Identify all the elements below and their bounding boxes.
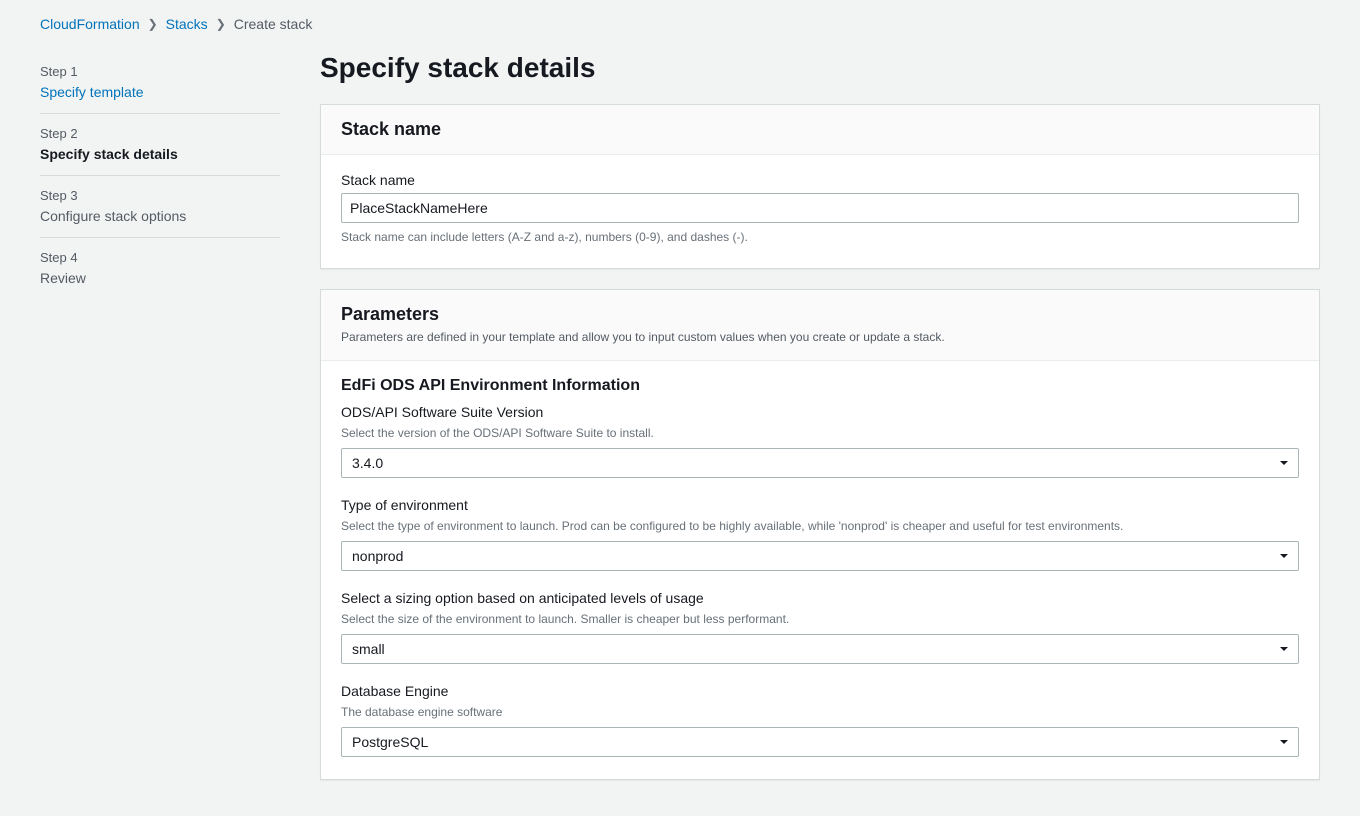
- chevron-right-icon: ❯: [216, 17, 226, 31]
- param-select-version[interactable]: 3.4.0: [341, 448, 1299, 478]
- step-number: Step 3: [40, 188, 280, 205]
- wizard-step: Step 3 Configure stack options: [40, 176, 280, 238]
- wizard-step: Step 2 Specify stack details: [40, 114, 280, 176]
- panel-header: Stack name: [321, 105, 1319, 155]
- stack-name-panel: Stack name Stack name Stack name can inc…: [320, 104, 1320, 269]
- panel-subtitle: Parameters are defined in your template …: [341, 329, 1299, 346]
- param-select-env-type[interactable]: nonprod: [341, 541, 1299, 571]
- param-label-version: ODS/API Software Suite Version: [341, 403, 1299, 421]
- wizard-step[interactable]: Step 1 Specify template: [40, 52, 280, 114]
- breadcrumb-current: Create stack: [234, 16, 313, 32]
- param-select-db-engine[interactable]: PostgreSQL: [341, 727, 1299, 757]
- parameters-section-heading: EdFi ODS API Environment Information: [341, 377, 1299, 395]
- param-label-env-type: Type of environment: [341, 496, 1299, 514]
- wizard-step: Step 4 Review: [40, 238, 280, 299]
- stack-name-hint: Stack name can include letters (A-Z and …: [341, 229, 1299, 246]
- step-title: Review: [40, 269, 280, 287]
- breadcrumb-stacks[interactable]: Stacks: [166, 16, 208, 32]
- panel-heading: Stack name: [341, 119, 1299, 140]
- param-hint-env-type: Select the type of environment to launch…: [341, 518, 1299, 535]
- param-label-sizing: Select a sizing option based on anticipa…: [341, 589, 1299, 607]
- step-number: Step 4: [40, 250, 280, 267]
- param-hint-version: Select the version of the ODS/API Softwa…: [341, 425, 1299, 442]
- parameters-panel: Parameters Parameters are defined in you…: [320, 289, 1320, 780]
- param-hint-sizing: Select the size of the environment to la…: [341, 611, 1299, 628]
- step-number: Step 1: [40, 64, 280, 81]
- page-title: Specify stack details: [320, 52, 1320, 84]
- stack-name-input[interactable]: [341, 193, 1299, 223]
- param-hint-db-engine: The database engine software: [341, 704, 1299, 721]
- panel-header: Parameters Parameters are defined in you…: [321, 290, 1319, 361]
- stack-name-label: Stack name: [341, 171, 1299, 189]
- main-content: Specify stack details Stack name Stack n…: [320, 52, 1320, 800]
- param-label-db-engine: Database Engine: [341, 682, 1299, 700]
- panel-heading: Parameters: [341, 304, 1299, 325]
- breadcrumb: CloudFormation ❯ Stacks ❯ Create stack: [40, 16, 1320, 32]
- step-title: Specify stack details: [40, 145, 280, 163]
- step-title: Configure stack options: [40, 207, 280, 225]
- breadcrumb-cloudformation[interactable]: CloudFormation: [40, 16, 140, 32]
- wizard-steps-sidebar: Step 1 Specify template Step 2 Specify s…: [40, 52, 280, 800]
- chevron-right-icon: ❯: [148, 17, 158, 31]
- param-select-sizing[interactable]: small: [341, 634, 1299, 664]
- step-number: Step 2: [40, 126, 280, 143]
- step-title: Specify template: [40, 83, 280, 101]
